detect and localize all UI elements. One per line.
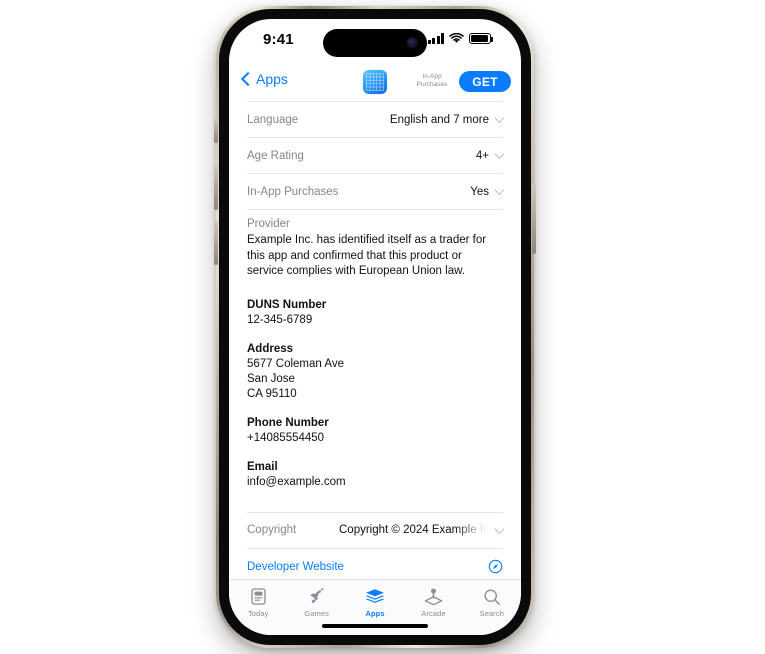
tab-label: Arcade [421,609,446,618]
info-row-label: Age Rating [247,149,304,162]
chevron-down-icon[interactable] [494,113,505,124]
tab-label: Apps [365,609,385,618]
copyright-value: Copyright © 2024 Example Inc. [339,524,489,536]
device-screen: 9:41 Apps In-App Purchases GET Language … [229,19,521,635]
info-row-label: Language [247,113,299,126]
status-bar-time: 9:41 [263,31,294,48]
field-value-line: 5677 Coleman Ave [247,357,344,370]
chevron-down-icon[interactable] [494,185,505,196]
provider-label: Provider [247,218,290,230]
field-value: 12-345-6789 [247,313,313,326]
field-label: Email [247,460,278,473]
home-indicator[interactable] [322,624,428,628]
info-row-value: English and 7 more [389,113,489,126]
app-information-list[interactable]: Language English and 7 more Age Rating 4… [229,101,521,579]
iphone-device-frame: 9:41 Apps In-App Purchases GET Language … [214,6,536,648]
tab-label: Search [479,609,505,618]
back-button-label: Apps [256,71,288,87]
app-icon[interactable] [363,70,387,94]
joystick-icon [424,587,443,606]
field-address: Address 5677 Coleman Ave San Jose CA 951… [247,342,503,402]
tab-apps[interactable]: Apps [346,587,404,618]
tab-label: Games [304,609,329,618]
developer-website-row[interactable]: Developer Website [247,549,503,580]
dynamic-island [323,29,427,57]
action-button[interactable] [214,118,218,143]
field-label: Phone Number [247,416,329,429]
info-row-copyright[interactable]: Copyright Copyright © 2024 Example Inc. [247,513,505,548]
tab-today[interactable]: Today [229,587,287,618]
iap-line-2: Purchases [416,81,448,88]
field-value-line: CA 95110 [247,387,297,400]
chevron-left-icon [240,71,256,87]
info-row-value-group: Copyright © 2024 Example Inc. [339,523,505,536]
front-camera-icon [407,37,418,49]
status-bar-indicators [427,33,493,44]
chevron-down-icon[interactable] [494,149,505,160]
field-value: info@example.com [247,475,346,488]
info-row-label: In-App Purchases [247,185,339,198]
safari-compass-icon[interactable] [488,559,503,574]
info-row-in-app-purchases[interactable]: In-App Purchases Yes [247,174,505,209]
field-email: Email info@example.com [247,460,503,490]
today-card-icon [251,587,266,606]
magnifier-icon [483,587,501,606]
info-row-language[interactable]: Language English and 7 more [247,102,505,137]
info-row-label: Copyright [247,524,297,536]
iap-line-1: In-App [422,73,442,80]
developer-website-label: Developer Website [247,560,344,573]
rocket-icon [308,587,326,606]
info-row-value-group: 4+ [475,149,505,162]
device-bezel: 9:41 Apps In-App Purchases GET Language … [219,9,531,645]
provider-statement: Example Inc. has identified itself as a … [247,234,487,277]
field-value-line: San Jose [247,372,295,385]
stacked-layers-icon [365,587,385,606]
tab-label: Today [247,609,269,618]
tab-games[interactable]: Games [287,587,345,618]
info-row-value: Yes [470,185,489,198]
field-duns-number: DUNS Number 12-345-6789 [247,298,503,328]
info-row-age-rating[interactable]: Age Rating 4+ [247,138,505,173]
app-icon-grid-pattern [366,73,384,91]
tab-search[interactable]: Search [463,587,521,618]
field-value: +14085554450 [247,431,325,444]
provider-section: Provider Example Inc. has identified its… [247,210,503,284]
back-button[interactable]: Apps [240,71,288,87]
chevron-down-icon[interactable] [494,523,505,534]
field-label: DUNS Number [247,298,327,311]
info-row-value-group: English and 7 more [389,113,505,126]
info-row-value: 4+ [475,149,489,162]
power-button[interactable] [532,184,536,254]
wifi-icon [449,33,464,43]
battery-icon [469,33,493,44]
signal-bars-icon [427,33,444,44]
info-row-value-group: Yes [470,185,505,198]
screenshot-stage: 9:41 Apps In-App Purchases GET Language … [0,0,765,654]
tab-arcade[interactable]: Arcade [404,587,462,618]
volume-down-button[interactable] [214,221,218,265]
field-phone-number: Phone Number +14085554450 [247,416,503,446]
get-button[interactable]: GET [459,71,511,92]
field-label: Address [247,342,294,355]
status-bar: 9:41 [229,19,521,65]
volume-up-button[interactable] [214,166,218,210]
navigation-bar: Apps In-App Purchases GET [229,65,521,102]
in-app-purchases-note: In-App Purchases [409,73,455,89]
